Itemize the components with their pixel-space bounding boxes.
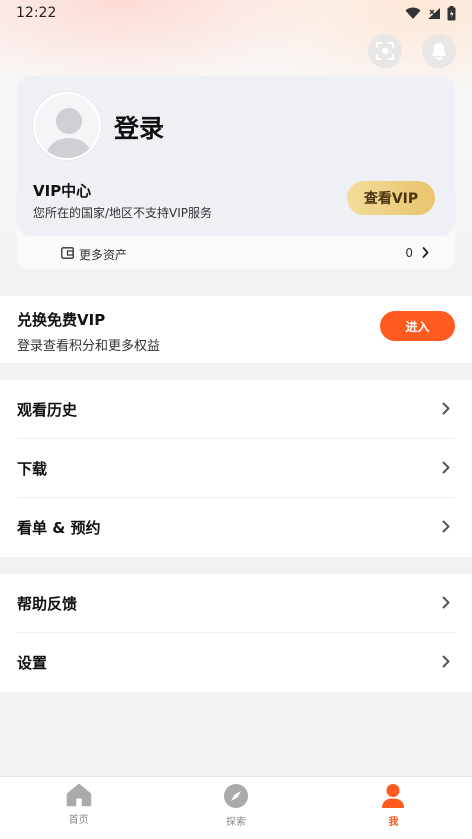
signal-icon [428,7,440,19]
vip-card: 登录 VIP中心 您所在的国家/地区不支持VIP服务 查看VIP [17,76,455,236]
tab-label: 我 [388,817,399,828]
notification-button[interactable] [422,34,456,68]
menu-item-label: 帮助反馈 [17,595,78,613]
chevron-right-icon [422,247,429,258]
status-bar: 12:22 [0,0,472,26]
status-time: 12:22 [16,5,57,21]
battery-icon [447,5,456,20]
menu-secondary: 帮助反馈 设置 [0,574,472,692]
more-assets-label: 更多资产 [79,248,128,262]
menu-item-settings[interactable]: 设置 [0,633,472,692]
menu-item-label: 下载 [17,460,48,478]
wallet-icon [61,247,74,259]
tab-me[interactable]: 我 [315,777,472,839]
tab-label: 探索 [225,817,246,828]
wifi-icon [405,7,421,19]
more-assets-row[interactable]: 更多资产 0 [17,236,455,270]
menu-item-label: 设置 [17,654,48,672]
chevron-right-icon [442,520,450,533]
person-icon [382,784,405,808]
tab-explore[interactable]: 探索 [157,777,314,839]
menu-primary: 观看历史 下载 看单 & 预约 [0,380,472,557]
chevron-right-icon [442,402,450,415]
enter-button[interactable]: 进入 [380,311,455,341]
profile-card: 登录 VIP中心 您所在的国家/地区不支持VIP服务 查看VIP 更多资产 0 [17,76,455,270]
chevron-right-icon [442,655,450,668]
view-vip-button[interactable]: 查看VIP [347,181,435,215]
menu-item-help-feedback[interactable]: 帮助反馈 [0,574,472,633]
vip-center-title: VIP中心 [33,182,92,200]
redeem-title: 兑换免费VIP [17,311,106,329]
vip-region-notice: 您所在的国家/地区不支持VIP服务 [33,206,213,220]
scan-button[interactable] [368,34,402,68]
tab-label: 首页 [68,815,89,826]
menu-item-watch-history[interactable]: 观看历史 [0,380,472,439]
login-link[interactable]: 登录 [114,109,164,145]
redeem-subtitle: 登录查看积分和更多权益 [17,339,161,354]
compass-icon [223,784,248,808]
chevron-right-icon [442,596,450,609]
menu-item-label: 观看历史 [17,401,78,419]
assets-count: 0 [405,246,413,260]
default-avatar-icon [35,94,99,158]
bell-icon [431,43,447,60]
home-icon [66,783,91,807]
scan-icon [376,42,394,60]
redeem-vip-section: 兑换免费VIP 登录查看积分和更多权益 进入 [0,296,472,363]
menu-item-label: 看单 & 预约 [17,519,101,537]
chevron-right-icon [442,461,450,474]
avatar[interactable] [33,92,101,160]
bottom-tab-bar: 首页 探索 我 [0,776,472,839]
menu-item-downloads[interactable]: 下载 [0,439,472,498]
status-icons [405,5,456,21]
top-actions [368,34,456,68]
menu-item-watchlist[interactable]: 看单 & 预约 [0,498,472,557]
tab-home[interactable]: 首页 [0,777,157,839]
